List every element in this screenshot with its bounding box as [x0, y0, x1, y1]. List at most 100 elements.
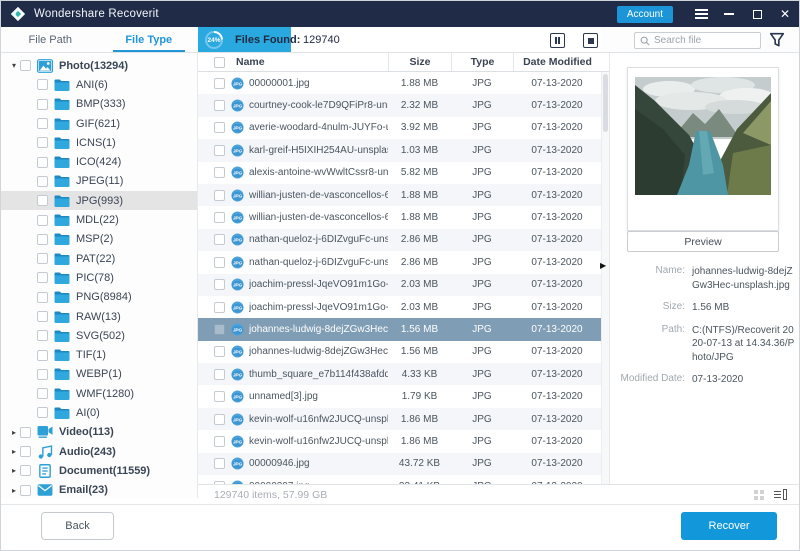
table-row[interactable]: JPG johannes-ludwig-8dejZGw3Hec-unsp... …: [198, 318, 609, 341]
tree-item[interactable]: ANI(6): [1, 75, 197, 94]
row-checkbox[interactable]: [214, 100, 225, 112]
tree-item[interactable]: WEBP(1): [1, 365, 197, 384]
tree-checkbox[interactable]: [37, 349, 48, 361]
tree-item[interactable]: ▾ Photo(13294): [1, 56, 197, 75]
tree-caret-icon[interactable]: ▸: [8, 428, 20, 437]
tree-item[interactable]: RAW(13): [1, 307, 197, 326]
grid-view-icon[interactable]: [754, 489, 764, 500]
tree-checkbox[interactable]: [20, 426, 31, 438]
table-row[interactable]: JPG 00000297.jpg 23.41 KB JPG 07-13-2020: [198, 475, 609, 484]
back-button[interactable]: Back: [41, 512, 114, 540]
table-row[interactable]: JPG 00000946.jpg 43.72 KB JPG 07-13-2020: [198, 452, 609, 476]
tree-item[interactable]: ▸ Audio(243): [1, 442, 197, 461]
maximize-button[interactable]: [743, 1, 771, 27]
tree-checkbox[interactable]: [37, 79, 48, 91]
row-checkbox[interactable]: [214, 256, 225, 268]
stop-scan-button[interactable]: [583, 33, 598, 48]
tree-item[interactable]: WMF(1280): [1, 384, 197, 403]
row-checkbox[interactable]: [214, 323, 225, 335]
row-checkbox[interactable]: [214, 346, 225, 358]
row-checkbox[interactable]: [214, 458, 225, 470]
tree-checkbox[interactable]: [37, 118, 48, 130]
row-checkbox[interactable]: [214, 391, 225, 403]
tree-caret-icon[interactable]: ▾: [8, 61, 20, 70]
tree-item[interactable]: PIC(78): [1, 268, 197, 287]
close-button[interactable]: ✕: [771, 1, 799, 27]
tree-checkbox[interactable]: [37, 272, 48, 284]
tab-file-type[interactable]: File Type: [100, 27, 199, 52]
tree-checkbox[interactable]: [20, 60, 31, 72]
tree-checkbox[interactable]: [37, 330, 48, 342]
table-row[interactable]: JPG karl-greif-H5IXIH254AU-unsplash.jpg …: [198, 139, 609, 162]
tree-checkbox[interactable]: [37, 311, 48, 322]
row-checkbox[interactable]: [214, 212, 225, 224]
table-row[interactable]: JPG courtney-cook-le7D9QFiPr8-unsplas...…: [198, 94, 609, 117]
panel-collapse-arrow[interactable]: ▶: [600, 261, 606, 270]
tree-item[interactable]: MDL(22): [1, 210, 197, 229]
tree-checkbox[interactable]: [37, 253, 48, 265]
tree-checkbox[interactable]: [37, 175, 48, 187]
table-row[interactable]: JPG nathan-queloz-j-6DIZvguFc-unsplash..…: [198, 228, 609, 252]
tree-checkbox[interactable]: [37, 98, 48, 110]
column-header-type[interactable]: Type: [451, 53, 513, 71]
table-row[interactable]: JPG 00000001.jpg 1.88 MB JPG 07-13-2020: [198, 72, 609, 94]
tree-checkbox[interactable]: [20, 465, 31, 477]
table-row[interactable]: JPG unnamed[3].jpg 1.79 KB JPG 07-13-202…: [198, 385, 609, 407]
row-checkbox[interactable]: [214, 144, 225, 156]
tree-item[interactable]: JPG(993): [1, 191, 197, 211]
tree-checkbox[interactable]: [37, 137, 48, 149]
tree-checkbox[interactable]: [37, 368, 48, 380]
row-checkbox[interactable]: [214, 413, 225, 425]
row-checkbox[interactable]: [214, 77, 225, 89]
tree-item[interactable]: JPEG(11): [1, 172, 197, 191]
table-row[interactable]: JPG kevin-wolf-u16nfw2JUCQ-unsplash.jpg …: [198, 430, 609, 452]
table-row[interactable]: JPG joachim-pressl-JqeVO91m1Go-unspl... …: [198, 273, 609, 296]
table-row[interactable]: JPG averie-woodard-4nulm-JUYFo-unspla...…: [198, 117, 609, 139]
tree-caret-icon[interactable]: ▸: [8, 466, 20, 475]
tree-checkbox[interactable]: [37, 291, 48, 303]
table-scrollbar[interactable]: [601, 72, 609, 484]
tree-checkbox[interactable]: [37, 233, 48, 245]
table-row[interactable]: JPG thumb_square_e7b114f438afdd40e0... 4…: [198, 363, 609, 386]
preview-button[interactable]: Preview: [627, 231, 779, 252]
tree-item[interactable]: ▸ Video(113): [1, 423, 197, 442]
tab-file-path[interactable]: File Path: [1, 27, 100, 52]
row-checkbox[interactable]: [214, 189, 225, 201]
tree-item[interactable]: GIF(621): [1, 114, 197, 133]
row-checkbox[interactable]: [214, 167, 225, 179]
tree-item[interactable]: BMP(333): [1, 95, 197, 114]
search-input[interactable]: [654, 35, 755, 46]
tree-item[interactable]: MSP(2): [1, 230, 197, 249]
tree-checkbox[interactable]: [20, 484, 31, 496]
tree-checkbox[interactable]: [37, 156, 48, 168]
row-checkbox[interactable]: [214, 279, 225, 291]
tree-item[interactable]: ▸ Document(11559): [1, 461, 197, 480]
table-row[interactable]: JPG kevin-wolf-u16nfw2JUCQ-unsplash.jpg …: [198, 407, 609, 431]
row-checkbox[interactable]: [214, 368, 225, 380]
filter-button[interactable]: [769, 32, 785, 48]
table-row[interactable]: JPG joachim-pressl-JqeVO91m1Go-unspl... …: [198, 296, 609, 318]
minimize-button[interactable]: [715, 1, 743, 27]
row-checkbox[interactable]: [214, 435, 225, 447]
table-row[interactable]: JPG alexis-antoine-wvWwltCssr8-unsplas..…: [198, 162, 609, 184]
tree-checkbox[interactable]: [20, 446, 31, 458]
tree-item[interactable]: PAT(22): [1, 249, 197, 268]
column-header-size[interactable]: Size: [388, 53, 451, 71]
menu-button[interactable]: [687, 1, 715, 27]
table-row[interactable]: JPG johannes-ludwig-8dejZGw3Hec-unsp... …: [198, 341, 609, 363]
tree-item[interactable]: ▸ Email(23): [1, 481, 197, 498]
table-row[interactable]: JPG willian-justen-de-vasconcellos-65Ga.…: [198, 206, 609, 228]
table-row[interactable]: JPG willian-justen-de-vasconcellos-65Ga.…: [198, 183, 609, 207]
column-header-date[interactable]: Date Modified: [513, 53, 601, 71]
column-header-name[interactable]: Name: [236, 56, 265, 68]
tree-checkbox[interactable]: [37, 195, 48, 207]
tree-checkbox[interactable]: [37, 388, 48, 400]
tree-item[interactable]: SVG(502): [1, 326, 197, 345]
recover-button[interactable]: Recover: [681, 512, 777, 540]
select-all-checkbox[interactable]: [214, 56, 225, 68]
account-button[interactable]: Account: [616, 5, 673, 23]
tree-item[interactable]: ICO(424): [1, 152, 197, 171]
tree-item[interactable]: TIF(1): [1, 345, 197, 364]
row-checkbox[interactable]: [214, 122, 225, 134]
tree-item[interactable]: AI(0): [1, 403, 197, 422]
